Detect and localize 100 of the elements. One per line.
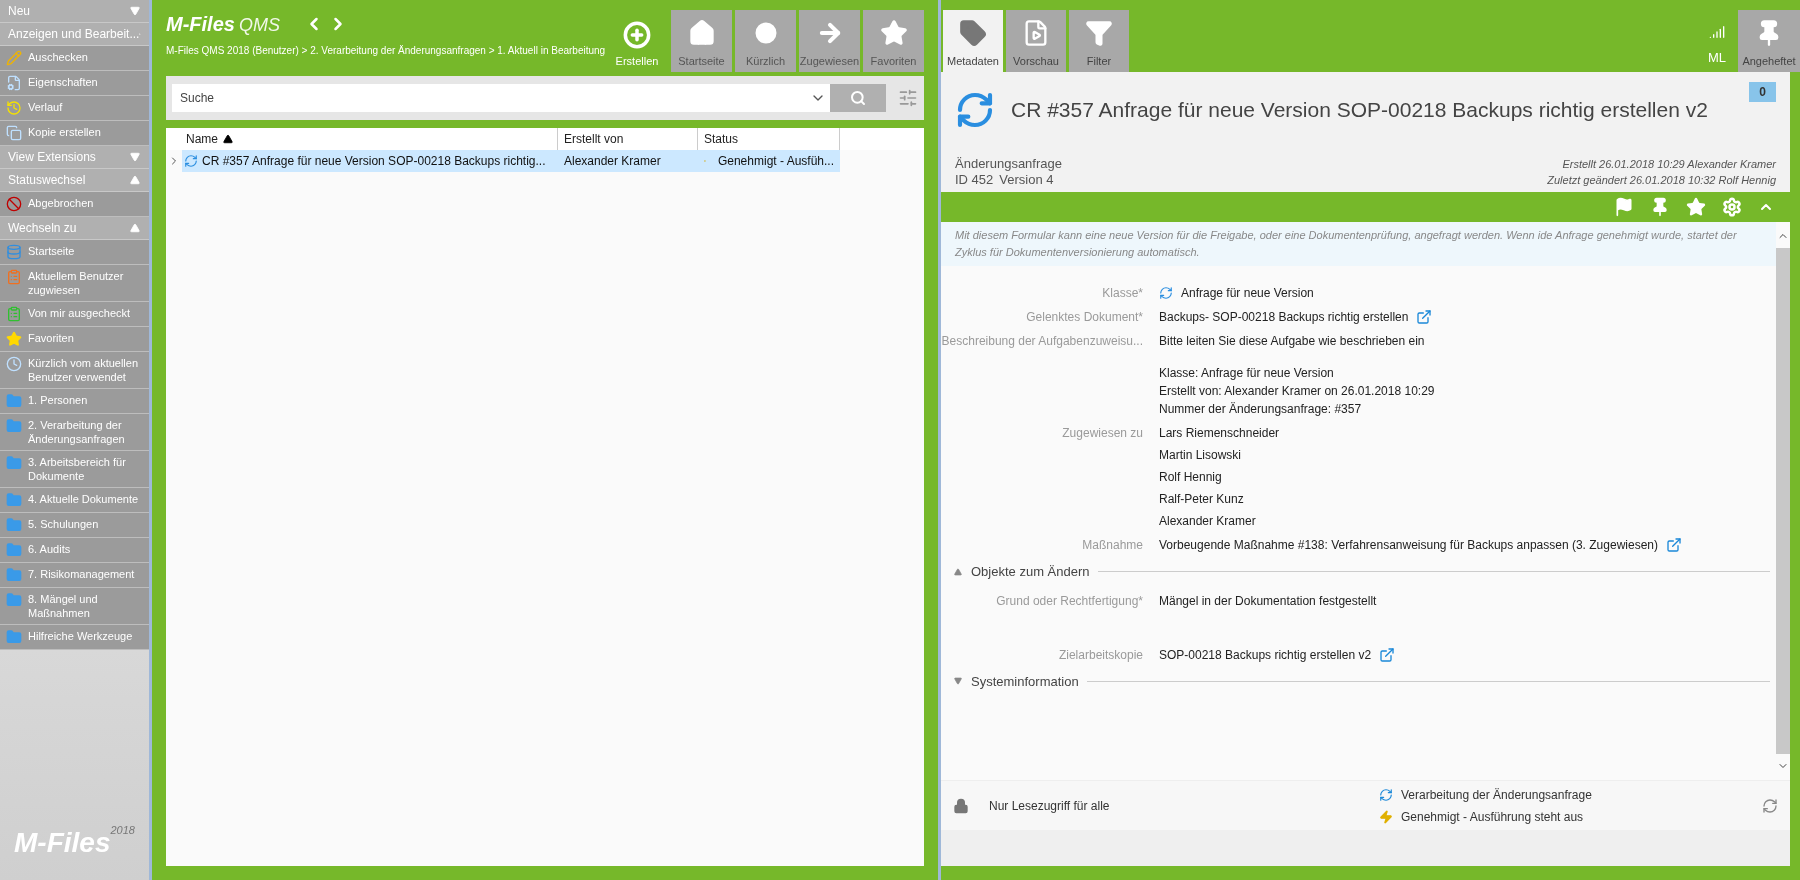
table-cell-text: Alexander Kramer xyxy=(563,153,662,170)
property-value: Vorbeugende Maßnahme #138: Verfahrensanweisung für Backups anpassen (3. Zugewiesen) xyxy=(1159,537,1658,554)
section-toggle[interactable]: Objekte zum Ändern xyxy=(953,562,1090,582)
star-icon xyxy=(6,331,22,347)
object-id: ID 452 xyxy=(955,172,994,188)
properties-icon xyxy=(6,75,22,91)
sidebar-section-header[interactable]: View Extensions xyxy=(0,146,149,169)
pencil-icon xyxy=(6,50,22,66)
sidebar-item[interactable]: 7. Risikomanagement xyxy=(0,563,149,588)
expand-icon xyxy=(129,152,141,162)
sidebar-section-header[interactable]: Anzeigen und Bearbeit... xyxy=(0,23,149,46)
sidebar-item[interactable]: Kürzlich vom aktuellen Benutzer verwendet xyxy=(0,352,149,389)
settings-icon[interactable] xyxy=(1722,197,1742,217)
folder-icon xyxy=(6,393,22,409)
change-request-icon xyxy=(184,154,198,168)
sidebar-item[interactable]: Verlauf xyxy=(0,96,149,121)
search-field[interactable]: Suche xyxy=(172,84,806,112)
panel-tab[interactable]: Vorschau xyxy=(1006,10,1066,72)
sidebar-section-header[interactable]: Wechseln zu xyxy=(0,217,149,240)
create-button[interactable]: Erstellen xyxy=(606,10,668,72)
sidebar-item[interactable]: 1. Personen xyxy=(0,389,149,414)
sidebar-section-header[interactable]: Neu xyxy=(0,0,149,23)
scrollbar-thumb[interactable] xyxy=(1776,248,1790,754)
user-initials[interactable]: ML xyxy=(1707,47,1726,67)
property-label: Maßnahme xyxy=(1081,537,1144,554)
property-value: Klasse: Anfrage für neue Version xyxy=(1159,365,1334,382)
sidebar-item[interactable]: Startseite xyxy=(0,240,149,265)
sidebar-item[interactable]: Von mir ausgecheckt xyxy=(0,302,149,327)
search-icon xyxy=(850,90,866,106)
open-link-icon[interactable] xyxy=(1379,646,1396,663)
home-icon xyxy=(687,18,716,47)
folder-icon xyxy=(6,517,22,533)
object-version: Version 4 xyxy=(999,172,1054,188)
property-value: Alexander Kramer xyxy=(1159,513,1256,530)
plus-icon xyxy=(623,20,651,49)
product-logo: M-Files QMS xyxy=(166,12,280,37)
sidebar-item[interactable]: 2. Verarbeitung der Änderungsanfragen xyxy=(0,414,149,451)
workflow-state[interactable]: Genehmigt - Ausführung steht aus xyxy=(1401,807,1584,826)
open-link-icon[interactable] xyxy=(1416,309,1433,325)
property-label: Klasse* xyxy=(1101,285,1144,302)
permissions[interactable]: Nur Lesezugriff für alle xyxy=(989,796,1379,815)
pinned-tab[interactable]: Angeheftet xyxy=(1738,10,1800,72)
table-row[interactable]: CR #357 Anfrage für neue Version SOP-00218 Backups richtig... Alexander Kramer Genehmigt - Ausfüh... xyxy=(182,150,840,172)
breadcrumb: M-Files QMS 2018 (Benutzer) > 2. Verarbeitung der Änderungsanfragen > 1. Aktuell in Bearbeitung xyxy=(166,44,606,58)
flag-icon[interactable] xyxy=(1614,197,1634,217)
vault-icon xyxy=(6,244,22,260)
expand-icon xyxy=(953,677,963,686)
sidebar-item[interactable]: Abgebrochen xyxy=(0,192,149,217)
sidebar-item[interactable]: Auschecken xyxy=(0,46,149,71)
panel-tab[interactable]: Filter xyxy=(1069,10,1129,72)
property-value: Nummer der Änderungsanfrage: #357 xyxy=(1159,401,1362,418)
folder-icon xyxy=(6,567,22,583)
created-info: Erstellt 26.01.2018 10:29 Alexander Kramer xyxy=(1562,157,1776,172)
modified-info: Zuletzt geändert 26.01.2018 10:32 Rolf Hennig xyxy=(1547,173,1776,188)
search-history-dropdown[interactable] xyxy=(806,84,830,112)
toolbar-tab[interactable]: Zugewiesen xyxy=(799,10,860,72)
property-value: SOP-00218 Backups richtig erstellen v2 xyxy=(1159,646,1372,664)
comment-count[interactable]: 0 xyxy=(1749,82,1776,102)
folder-icon xyxy=(6,592,22,608)
clipboard-icon xyxy=(6,306,22,322)
sidebar-item[interactable]: 5. Schulungen xyxy=(0,513,149,538)
property-label: Zugewiesen zu xyxy=(1061,425,1144,442)
property-value: Mängel in der Dokumentation festgestellt xyxy=(1159,592,1377,610)
property-value: Bitte leiten Sie diese Aufgabe wie beschrieben ein xyxy=(1159,333,1425,350)
sidebar-section-header[interactable]: Statuswechsel xyxy=(0,169,149,192)
workflow-icon xyxy=(1379,787,1393,802)
property-label: Grund oder Rechtfertigung* xyxy=(995,592,1144,610)
history-icon xyxy=(6,100,22,116)
tag-icon xyxy=(959,18,987,47)
filter-settings-icon[interactable] xyxy=(898,88,918,108)
property-label: Beschreibung der Aufgabenzuweisu... xyxy=(941,333,1144,350)
property-value: Backups- SOP-00218 Backups richtig erstellen xyxy=(1159,309,1409,326)
filter-icon xyxy=(1085,18,1113,47)
toolbar-tab[interactable]: Startseite xyxy=(671,10,732,72)
sidebar-item[interactable]: Eigenschaften xyxy=(0,71,149,96)
panel-tab[interactable]: Metadaten xyxy=(943,10,1003,72)
section-toggle[interactable]: Systeminformation xyxy=(953,671,1079,691)
property-value: Erstellt von: Alexander Kramer on 26.01.2018 10:29 xyxy=(1159,383,1435,400)
sidebar-item[interactable]: 4. Aktuelle Dokumente xyxy=(0,488,149,513)
star-icon[interactable] xyxy=(1686,197,1706,217)
sidebar-item[interactable]: Kopie erstellen xyxy=(0,121,149,146)
table-cell: CR #357 Anfrage für neue Version SOP-00218 Backups richtig... xyxy=(182,152,558,170)
expand-icon xyxy=(129,6,141,16)
sidebar-item[interactable]: 3. Arbeitsbereich für Dokumente xyxy=(0,451,149,488)
sidebar-item[interactable]: 8. Mängel und Maßnahmen xyxy=(0,588,149,625)
property-value: Lars Riemenschneider xyxy=(1159,425,1280,442)
folder-icon xyxy=(6,455,22,471)
open-link-icon[interactable] xyxy=(1666,537,1682,553)
workflow-name[interactable]: Verarbeitung der Änderungsanfrage xyxy=(1401,785,1592,804)
sidebar-item[interactable]: Hilfreiche Werkzeuge xyxy=(0,625,149,650)
pin-icon[interactable] xyxy=(1650,197,1670,217)
copy-icon xyxy=(6,125,22,141)
sidebar-item[interactable]: 6. Audits xyxy=(0,538,149,563)
toolbar-tab[interactable]: Kürzlich xyxy=(735,10,796,72)
cancel-icon xyxy=(6,196,22,212)
toolbar-tab[interactable]: Favoriten xyxy=(863,10,924,72)
sidebar-item[interactable]: Favoriten xyxy=(0,327,149,352)
workflow-icon[interactable] xyxy=(1762,797,1778,814)
sidebar-item[interactable]: Aktuellem Benutzer zugwiesen xyxy=(0,265,149,302)
search-button[interactable] xyxy=(830,84,886,112)
